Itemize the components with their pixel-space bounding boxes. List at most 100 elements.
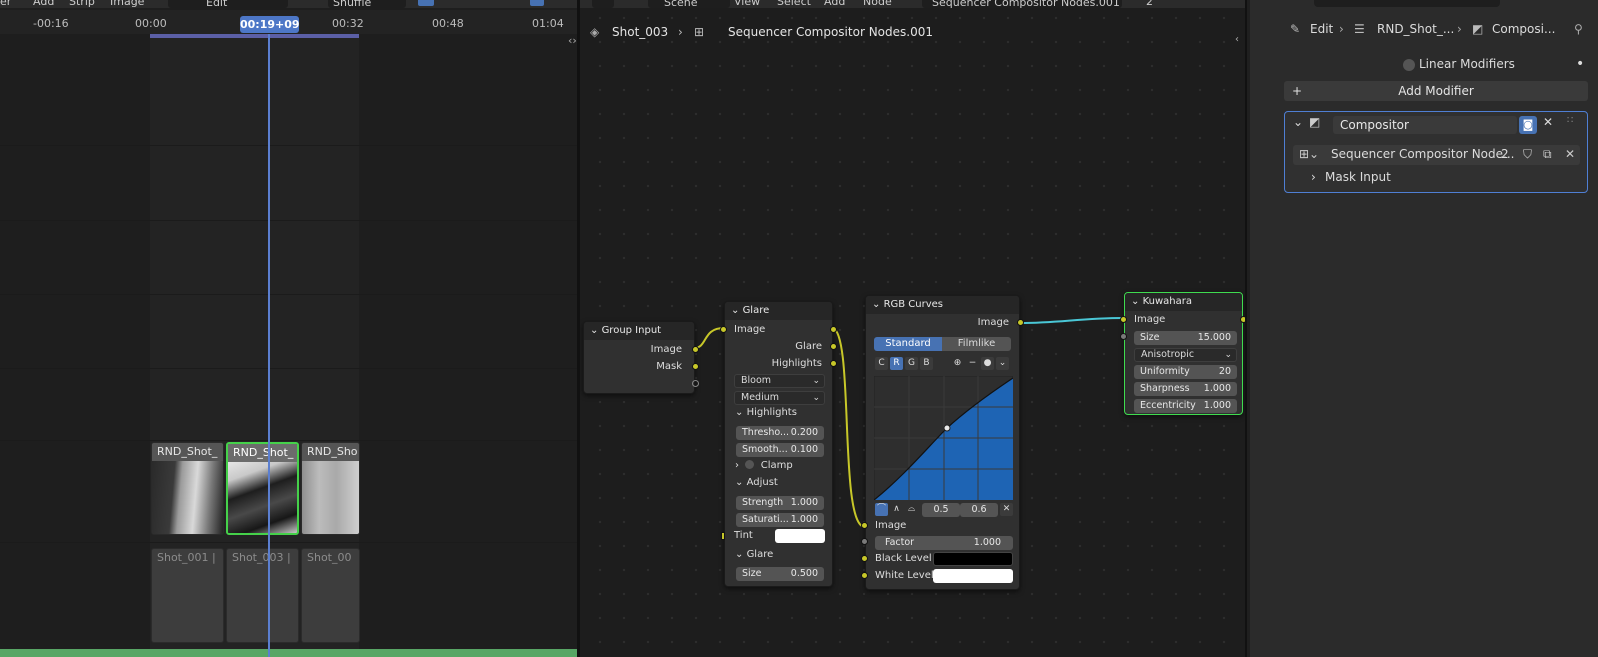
uniformity-field[interactable]: Uniformity 20 [1134, 365, 1237, 379]
add-modifier-button[interactable]: + Add Modifier [1284, 81, 1588, 101]
node-group-selector[interactable]: ⊞⌄ Sequencer Compositor Node... 2 ⛉ ⧉ ✕ [1293, 145, 1580, 165]
highlights-section[interactable]: ⌄ Highlights [735, 405, 797, 421]
duplicate-icon[interactable]: ⧉ [1543, 147, 1552, 162]
input-socket[interactable] [1120, 333, 1127, 340]
free-handle-icon[interactable]: ⌓ [905, 503, 918, 516]
overlay-icon[interactable] [530, 0, 544, 6]
node-header[interactable]: ⌄ RGB Curves [866, 296, 1019, 314]
strip-clip[interactable]: Shot_003 | [226, 548, 299, 643]
channel-b-button[interactable]: B [920, 357, 933, 370]
pin-icon[interactable]: ⚲ [1574, 22, 1583, 36]
mode-select[interactable]: Edit [168, 0, 288, 9]
strip-green-bar[interactable] [0, 649, 578, 657]
input-socket[interactable] [861, 538, 868, 545]
region-toggle-icon[interactable]: ‹› [568, 34, 577, 47]
strip-clip[interactable]: RND_Shot_ [151, 442, 224, 535]
variation-select[interactable]: Anisotropic ⌄ [1134, 348, 1237, 362]
black-level-swatch[interactable] [933, 552, 1013, 566]
node-header[interactable]: ⌄ Kuwahara [1125, 293, 1242, 311]
search-input[interactable] [1314, 0, 1500, 7]
strength-field[interactable]: Strength 1.000 [736, 496, 824, 510]
menu-add[interactable]: Add [33, 0, 54, 8]
sequencer-editor[interactable]: er Add Strip Image Edit Shuffle -00:16 0… [0, 0, 578, 657]
output-socket[interactable] [692, 363, 699, 370]
breadcrumb-edit[interactable]: Edit [1310, 22, 1333, 36]
channel-r-button[interactable]: R [890, 357, 903, 370]
close-icon[interactable]: ✕ [1543, 115, 1553, 129]
white-level-swatch[interactable] [933, 569, 1013, 583]
output-socket[interactable] [692, 346, 699, 353]
output-socket[interactable] [830, 360, 837, 367]
menu-strip[interactable]: Strip [69, 0, 95, 8]
glare-type-select[interactable]: Bloom ⌄ [734, 374, 825, 388]
zoom-out-icon[interactable]: − [966, 357, 979, 370]
delete-point-icon[interactable]: ✕ [1000, 503, 1013, 516]
tools-icon[interactable]: ● [981, 357, 994, 370]
menu-image[interactable]: Image [110, 0, 144, 8]
strip-clip[interactable]: RND_Sho [301, 442, 360, 535]
drag-handle-icon[interactable]: ∷ [1567, 115, 1573, 126]
menu-fragment[interactable]: er [0, 0, 11, 8]
size-field[interactable]: Size 15.000 [1134, 331, 1237, 345]
input-socket[interactable] [861, 572, 868, 579]
kuwahara-node[interactable]: ⌄ Kuwahara Image Size 15.000 Anisotropic ⌄… [1120, 292, 1245, 415]
point-x-field[interactable]: 0.5 [922, 503, 960, 517]
glare-quality-select[interactable]: Medium ⌄ [734, 391, 825, 405]
group-input-node[interactable]: ⌄ Group Input Image Mask [583, 321, 699, 394]
toggle-icon[interactable] [745, 460, 755, 469]
output-socket[interactable] [692, 380, 699, 387]
factor-field[interactable]: Factor 1.000 [875, 536, 1013, 550]
standard-tab[interactable]: Standard [874, 337, 942, 351]
smoothness-field[interactable]: Smooth... 0.100 [736, 443, 824, 457]
snap-select[interactable]: Shuffle [328, 0, 406, 9]
clamp-section[interactable]: › Clamp [735, 458, 793, 474]
filmlike-tab[interactable]: Filmlike [942, 337, 1011, 351]
vector-handle-icon[interactable]: ∧ [890, 503, 903, 516]
playhead-line[interactable] [268, 34, 270, 657]
channel-g-button[interactable]: G [905, 357, 918, 370]
unlink-icon[interactable]: ✕ [1565, 147, 1575, 161]
zoom-in-icon[interactable]: ⊕ [951, 357, 964, 370]
point-y-field[interactable]: 0.6 [960, 503, 998, 517]
input-socket[interactable] [721, 532, 725, 540]
camera-icon[interactable]: ◙ [1519, 116, 1537, 134]
eccentricity-field[interactable]: Eccentricity 1.000 [1134, 399, 1237, 413]
playhead-time[interactable]: 00:19+09 [240, 16, 300, 33]
output-socket[interactable] [1017, 319, 1024, 326]
rgb-curves-node[interactable]: ⌄ RGB Curves Image Standard Filmlike C R… [861, 295, 1024, 590]
chevron-down-icon[interactable]: ⌄ [996, 357, 1009, 370]
strip-clip[interactable]: Shot_001 | [151, 548, 224, 643]
saturation-field[interactable]: Saturati... 1.000 [736, 513, 824, 527]
input-socket[interactable] [861, 555, 868, 562]
adjust-section[interactable]: ⌄ Adjust [735, 475, 778, 491]
chevron-down-icon[interactable]: ⌄ [1293, 115, 1303, 129]
preview-range-bar[interactable] [150, 34, 359, 38]
mask-input-label[interactable]: Mask Input [1325, 170, 1391, 184]
tint-color-swatch[interactable] [775, 529, 825, 543]
input-socket[interactable] [720, 326, 727, 333]
node-header[interactable]: ⌄ Group Input [584, 322, 694, 340]
snap-toggle-icon[interactable] [418, 0, 434, 6]
breadcrumb-compositor[interactable]: Composi... [1492, 22, 1555, 36]
chevron-right-icon[interactable]: › [1311, 170, 1316, 184]
breadcrumb-strip[interactable]: RND_Shot_... [1377, 22, 1454, 36]
node-editor[interactable]: Scene View Select Add Node Sequencer Com… [580, 0, 1245, 657]
linear-modifiers-toggle[interactable] [1403, 59, 1415, 71]
curve-graph[interactable] [874, 376, 1013, 500]
glare-section[interactable]: ⌄ Glare [735, 547, 773, 563]
output-socket[interactable] [830, 343, 837, 350]
output-socket[interactable] [830, 326, 837, 333]
modifier-panel[interactable]: ⌄ ◩ Compositor ◙ ✕ ∷ ⊞⌄ Sequencer Compos… [1284, 111, 1588, 193]
channel-c-button[interactable]: C [875, 357, 888, 370]
glare-node[interactable]: ⌄ Glare Image Glare Highlights Bloom ⌄ Me… [720, 301, 837, 587]
strip-clip[interactable]: Shot_00 [301, 548, 360, 643]
threshold-field[interactable]: Thresho... 0.200 [736, 426, 824, 440]
modifier-name-field[interactable]: Compositor [1333, 116, 1517, 134]
input-socket[interactable] [861, 522, 868, 529]
size-field[interactable]: Size 0.500 [736, 567, 824, 581]
auto-handle-icon[interactable]: ⌒ [875, 503, 888, 516]
node-header[interactable]: ⌄ Glare [725, 302, 832, 320]
input-socket[interactable] [1120, 316, 1127, 323]
decorator-dot-icon[interactable]: • [1576, 56, 1584, 72]
strip-clip-active[interactable]: RND_Shot_ [226, 442, 299, 535]
